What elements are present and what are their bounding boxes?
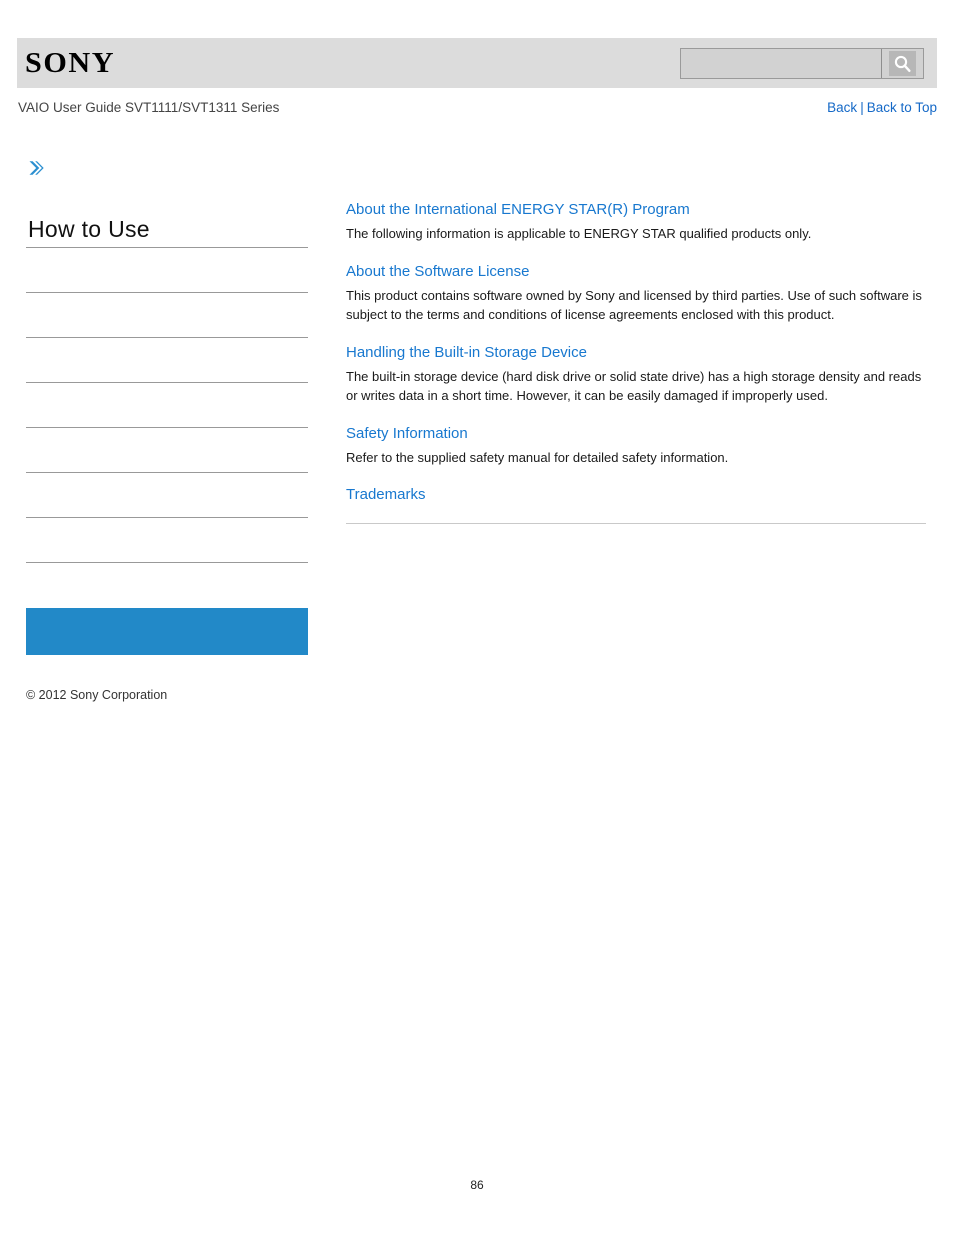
sidebar-title: How to Use	[28, 216, 150, 242]
section-body: Refer to the supplied safety manual for …	[346, 449, 729, 465]
sidebar-item-6[interactable]	[26, 518, 308, 563]
section-heading-link[interactable]: Trademarks	[346, 485, 926, 505]
sidebar-item-2[interactable]	[26, 338, 308, 383]
content-section: Trademarks	[346, 485, 926, 505]
content-section: Handling the Built-in Storage Device The…	[346, 343, 926, 406]
chevron-double-right-icon[interactable]	[26, 158, 46, 178]
search-box	[680, 48, 924, 79]
sidebar-item-0[interactable]	[26, 248, 308, 293]
search-input[interactable]	[681, 49, 881, 78]
back-link[interactable]: Back	[827, 100, 857, 115]
section-body: The built-in storage device (hard disk d…	[346, 368, 922, 404]
sidebar-nav-list	[26, 247, 308, 563]
subheader: VAIO User Guide SVT1111/SVT1311 Series B…	[17, 100, 937, 120]
section-body: This product contains software owned by …	[346, 287, 922, 323]
section-heading-link[interactable]: About the International ENERGY STAR(R) P…	[346, 200, 926, 220]
sony-logo[interactable]: SONY	[25, 47, 115, 79]
content-section: Safety Information Refer to the supplied…	[346, 424, 926, 468]
section-body: The following information is applicable …	[346, 226, 812, 241]
sidebar-item-5[interactable]	[26, 473, 308, 518]
main-content: About the International ENERGY STAR(R) P…	[346, 200, 926, 524]
search-button[interactable]	[881, 49, 923, 78]
section-heading-link[interactable]: Handling the Built-in Storage Device	[346, 343, 926, 363]
content-divider	[346, 523, 926, 524]
back-to-top-link[interactable]: Back to Top	[867, 100, 937, 115]
page-number: 86	[470, 1178, 484, 1192]
header-nav-links: Back | Back to Top	[827, 100, 937, 115]
search-icon	[889, 51, 916, 76]
nav-separator: |	[860, 100, 864, 115]
copyright-text: © 2012 Sony Corporation	[26, 688, 168, 702]
sidebar-highlight-panel[interactable]	[26, 608, 308, 655]
brand-band: SONY	[17, 38, 937, 88]
section-heading-link[interactable]: About the Software License	[346, 262, 926, 282]
page-title: VAIO User Guide SVT1111/SVT1311 Series	[18, 100, 280, 115]
sidebar-item-1[interactable]	[26, 293, 308, 338]
content-section: About the Software License This product …	[346, 262, 926, 325]
content-section: About the International ENERGY STAR(R) P…	[346, 200, 926, 244]
sidebar-item-4[interactable]	[26, 428, 308, 473]
section-heading-link[interactable]: Safety Information	[346, 424, 926, 444]
sidebar: How to Use © 2012 Sony Corporation	[26, 158, 308, 702]
sidebar-item-3[interactable]	[26, 383, 308, 428]
